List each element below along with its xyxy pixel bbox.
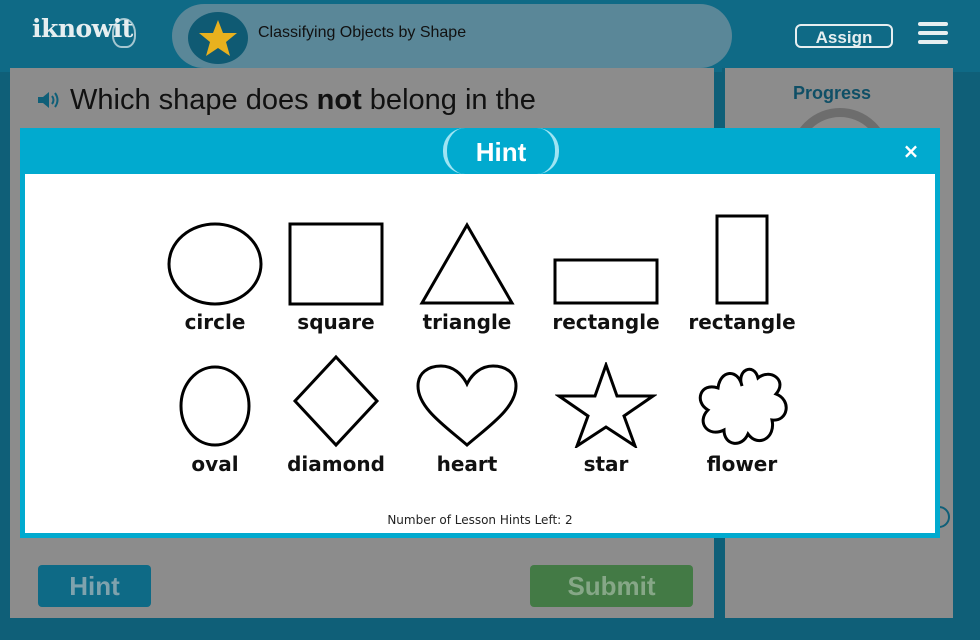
shape-triangle: triangle [402, 222, 532, 334]
hint-button[interactable]: Hint [38, 565, 151, 607]
close-icon[interactable]: × [900, 140, 922, 162]
assign-button[interactable]: Assign [795, 24, 893, 48]
circle-icon [167, 222, 263, 306]
shape-heart: heart [402, 364, 532, 476]
speaker-icon[interactable] [36, 85, 64, 118]
heart-icon [416, 364, 518, 447]
shape-rectangle-vertical: rectangle [677, 214, 807, 334]
shape-oval: oval [150, 364, 280, 476]
shape-star: star [541, 362, 671, 476]
shape-label: rectangle [688, 310, 796, 334]
lesson-title: Classifying Objects by Shape [258, 24, 467, 41]
submit-button[interactable]: Submit [530, 565, 693, 607]
star-outline-icon [555, 362, 657, 448]
diamond-icon [292, 354, 380, 448]
star-icon [199, 20, 237, 56]
flower-icon [698, 367, 788, 445]
triangle-icon [419, 222, 515, 305]
hamburger-menu-icon[interactable] [918, 22, 948, 46]
lesson-badge [188, 12, 248, 64]
modal-title: Hint [443, 128, 559, 174]
question-text: Which shape does not belong in the [36, 84, 536, 118]
modal-body: circle square triangle rectangle rectang… [25, 174, 935, 533]
hints-left-text: Number of Lesson Hints Left: 2 [387, 513, 573, 527]
shape-label: diamond [287, 452, 385, 476]
rectangle-icon [715, 214, 769, 305]
question-prefix: Which shape does [70, 84, 317, 116]
shape-diamond: diamond [271, 354, 401, 476]
shape-label: oval [191, 452, 239, 476]
shape-label: flower [706, 452, 778, 476]
question-emphasis: not [316, 84, 362, 116]
shape-square: square [271, 222, 401, 334]
hint-modal: Hint × circle square triangle rectangle … [20, 128, 940, 538]
rectangle-icon [553, 258, 659, 305]
shape-flower: flower [677, 364, 807, 476]
shape-rectangle-horizontal: rectangle [541, 222, 671, 334]
shape-label: rectangle [552, 310, 660, 334]
square-icon [288, 222, 384, 306]
question-suffix: belong in the [361, 84, 536, 116]
shape-circle: circle [150, 222, 280, 334]
shape-label: star [583, 452, 629, 476]
oval-icon [179, 365, 251, 447]
shape-label: circle [184, 310, 246, 334]
shape-label: square [297, 310, 375, 334]
lightbulb-icon [112, 18, 136, 48]
shape-label: heart [436, 452, 498, 476]
progress-label: Progress [793, 83, 872, 103]
shape-label: triangle [422, 310, 512, 334]
